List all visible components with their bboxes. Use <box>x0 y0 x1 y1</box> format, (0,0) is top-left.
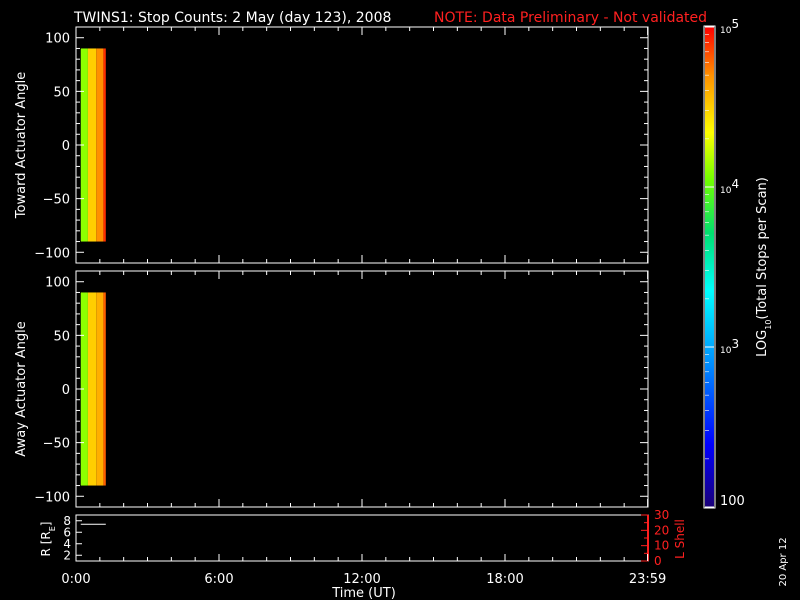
time-tick-label: 18:00 <box>486 572 523 587</box>
toward-panel-frame <box>75 26 649 264</box>
toward-angle-panel: 100 50 0 −50 −100 Toward Actuator Angle <box>14 26 649 264</box>
time-tick-label: 23:59 <box>629 572 666 587</box>
y-tick-label: 0 <box>62 139 70 154</box>
away-y-axis-label: Away Actuator Angle <box>14 321 29 456</box>
lshell-tick-label: 20 <box>654 523 669 537</box>
lshell-tick-label: 10 <box>654 539 669 553</box>
y-tick-label: 50 <box>53 329 70 344</box>
heatmap-cell <box>96 292 104 486</box>
y-tick-label: −100 <box>34 490 70 505</box>
colorbar-tick-label: 104 <box>720 177 739 196</box>
time-axis-label: Time (UT) <box>331 586 396 600</box>
colorbar-tick-label: 100 <box>720 494 745 509</box>
heatmap-cell <box>87 292 97 486</box>
away-heatmap-cells <box>80 292 106 486</box>
y-tick-label: 100 <box>45 276 70 291</box>
away-angle-panel: 100 50 0 −50 −100 Away Actuator Angle <box>14 270 649 508</box>
colorbar-label: LOG10(Total Stops per Scan) <box>755 177 773 357</box>
date-stamp: 20 Apr 12 <box>778 537 789 586</box>
colorbar: 105 104 103 100 LOG10(Total Stops per Scan) <box>703 17 773 509</box>
heatmap-cell <box>103 48 106 242</box>
toward-x-axis-ticks <box>75 27 649 263</box>
y-tick-label: 100 <box>45 32 70 47</box>
y-tick-label: −50 <box>43 437 70 452</box>
lshell-y-axis: 010 2030 <box>641 508 669 568</box>
radius-axis-label: R [RE] <box>39 522 57 557</box>
lshell-axis-label: L Shell <box>673 519 687 559</box>
preliminary-note: NOTE: Data Preliminary - Not validated <box>434 10 707 26</box>
lshell-tick-label: 30 <box>654 508 669 522</box>
away-y-axis: 100 50 0 −50 −100 <box>34 276 648 505</box>
time-tick-label: 6:00 <box>204 572 233 587</box>
heatmap-cell <box>96 48 104 242</box>
colorbar-tick-label: 105 <box>720 17 739 36</box>
heatmap-cell <box>87 48 97 242</box>
colorbar-gradient <box>705 27 714 507</box>
y-tick-label: −100 <box>34 246 70 261</box>
orbit-panel: 2468 010 2030 0:00 6:00 12:00 18:00 23:59 R [… <box>39 508 687 600</box>
away-panel-frame <box>75 270 649 508</box>
figure-title: TWINS1: Stop Counts: 2 May (day 123), 20… <box>73 10 391 26</box>
radius-tick-label: 8 <box>63 514 71 528</box>
y-tick-label: −50 <box>43 193 70 208</box>
time-tick-label: 12:00 <box>343 572 380 587</box>
y-tick-label: 0 <box>62 383 70 398</box>
colorbar-tick-label: 103 <box>720 337 739 356</box>
away-x-axis-ticks <box>75 271 649 507</box>
toward-y-axis: 100 50 0 −50 −100 <box>34 32 648 261</box>
time-x-axis: 0:00 6:00 12:00 18:00 23:59 <box>61 554 666 587</box>
toward-y-axis-label: Toward Actuator Angle <box>14 72 29 219</box>
y-tick-label: 50 <box>53 85 70 100</box>
heatmap-cell <box>103 292 106 486</box>
time-tick-label: 0:00 <box>61 572 90 587</box>
radius-y-axis: 2468 <box>63 514 82 562</box>
stop-counts-figure: TWINS1: Stop Counts: 2 May (day 123), 20… <box>14 10 789 600</box>
lshell-tick-label: 0 <box>654 554 662 568</box>
toward-heatmap-cells <box>80 48 106 242</box>
